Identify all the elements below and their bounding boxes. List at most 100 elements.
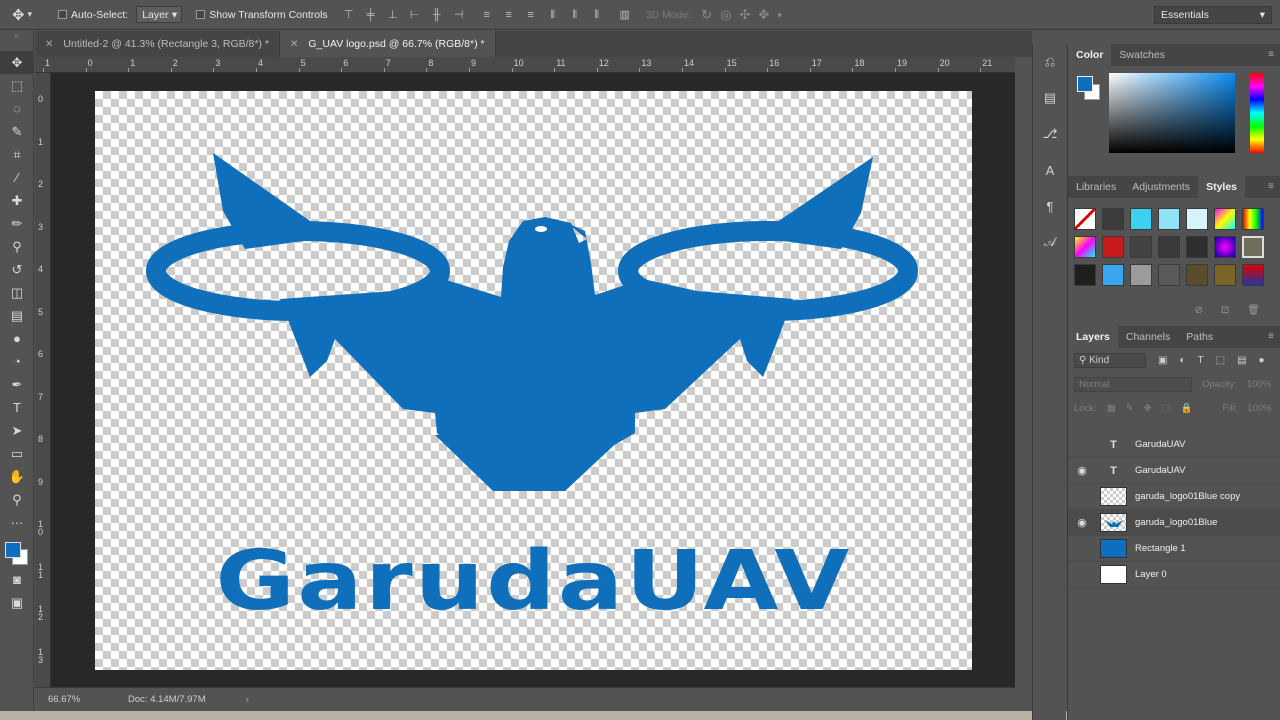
blur-tool-icon[interactable]: ●	[0, 327, 34, 350]
layer-row[interactable]: ◉ T GarudaUAV	[1068, 458, 1280, 484]
style-swatch[interactable]	[1242, 264, 1264, 286]
distribute-left-icon[interactable]: ⫴	[546, 8, 560, 22]
new-style-icon[interactable]: ⊡	[1221, 305, 1229, 316]
move-tool-icon[interactable]: ✥	[0, 51, 34, 74]
layer-filter-kind[interactable]: ⚲ Kind	[1074, 352, 1146, 368]
canvas-area[interactable]: GarudaUAV	[51, 73, 1015, 687]
panel-menu-icon[interactable]: ≡	[1268, 331, 1274, 342]
quick-select-tool-icon[interactable]: ✎	[0, 120, 34, 143]
glyphs-panel-icon[interactable]: 𝒜	[1033, 224, 1067, 260]
align-vcenter-icon[interactable]: ╪	[364, 8, 378, 22]
opacity-value[interactable]: 100%	[1247, 379, 1271, 390]
layer-row[interactable]: T GarudaUAV	[1068, 432, 1280, 458]
tab-channels[interactable]: Channels	[1118, 326, 1178, 348]
align-top-icon[interactable]: ⊤	[342, 8, 356, 22]
style-swatch[interactable]	[1186, 236, 1208, 258]
brush-tool-icon[interactable]: ✏	[0, 212, 34, 235]
lock-all-icon[interactable]: 🔒	[1181, 403, 1193, 414]
filter-shape-icon[interactable]: ⬚	[1216, 355, 1225, 366]
style-none[interactable]	[1074, 208, 1096, 230]
auto-align-icon[interactable]: ▥	[618, 8, 632, 22]
clone-stamp-icon[interactable]: ⚲	[0, 235, 34, 258]
slide-3d-icon[interactable]: ✥	[758, 7, 769, 23]
chevron-right-icon[interactable]: ›	[246, 694, 249, 705]
style-swatch[interactable]	[1102, 236, 1124, 258]
move-tool-preset-icon[interactable]: ✥ ▾	[0, 0, 44, 30]
align-right-icon[interactable]: ⊣	[452, 8, 466, 22]
align-left-icon[interactable]: ⊢	[408, 8, 422, 22]
distribute-top-icon[interactable]: ≡	[480, 8, 494, 22]
distribute-right-icon[interactable]: ⫴	[590, 8, 604, 22]
style-swatch[interactable]	[1102, 208, 1124, 230]
color-panel-foreground[interactable]	[1077, 76, 1093, 92]
more-tools-icon[interactable]: ···	[0, 511, 34, 534]
style-swatch[interactable]	[1214, 264, 1236, 286]
layer-row[interactable]: garuda_logo01Blue copy	[1068, 484, 1280, 510]
style-swatch[interactable]	[1130, 236, 1152, 258]
gradient-tool-icon[interactable]: ▤	[0, 304, 34, 327]
clear-style-icon[interactable]: ⊘	[1195, 305, 1203, 316]
ruler-horizontal[interactable]: 1 0 1 2 3 4 5 6 7 8 9 10 11 12 13 14 15 16 17 18 19 20 21	[35, 57, 1015, 73]
drag-3d-icon[interactable]: ✣	[739, 7, 750, 23]
tab-g-uav-logo[interactable]: ✕ G_UAV logo.psd @ 66.7% (RGB/8*) *	[279, 31, 496, 57]
auto-select-dropdown[interactable]: Layer ▾	[136, 6, 183, 23]
filter-smart-object-icon[interactable]: ▤	[1237, 355, 1246, 366]
roll-3d-icon[interactable]: ◎	[720, 7, 731, 23]
layer-row[interactable]: Rectangle 1	[1068, 536, 1280, 562]
style-swatch[interactable]	[1242, 208, 1264, 230]
tab-layers[interactable]: Layers	[1068, 326, 1118, 348]
close-icon[interactable]: ✕	[45, 39, 53, 50]
distribute-bottom-icon[interactable]: ≡	[524, 8, 538, 22]
style-swatch[interactable]	[1214, 208, 1236, 230]
lock-pixels-icon[interactable]: ▦	[1107, 403, 1116, 414]
style-swatch[interactable]	[1102, 264, 1124, 286]
toolbar-grip[interactable]: »	[0, 31, 33, 51]
show-transform-checkbox[interactable]: Show Transform Controls	[196, 9, 328, 21]
style-swatch[interactable]	[1186, 208, 1208, 230]
filter-pixel-icon[interactable]: ▣	[1158, 355, 1167, 366]
rotate-3d-icon[interactable]: ↻	[701, 7, 712, 23]
style-swatch[interactable]	[1214, 236, 1236, 258]
path-select-icon[interactable]: ➤	[0, 419, 34, 442]
tab-libraries[interactable]: Libraries	[1068, 176, 1124, 198]
lock-artboard-icon[interactable]: ⬚	[1162, 403, 1171, 414]
auto-select-checkbox[interactable]: Auto-Select:	[58, 9, 128, 21]
style-swatch[interactable]	[1242, 236, 1264, 258]
style-swatch[interactable]	[1130, 264, 1152, 286]
distribute-hcenter-icon[interactable]: ⫴	[568, 8, 582, 22]
pen-tool-icon[interactable]: ✒	[0, 373, 34, 396]
style-swatch[interactable]	[1074, 236, 1096, 258]
history-brush-icon[interactable]: ↺	[0, 258, 34, 281]
panel-menu-icon[interactable]: ≡	[1268, 181, 1274, 192]
style-swatch[interactable]	[1186, 264, 1208, 286]
close-icon[interactable]: ✕	[290, 39, 298, 50]
crop-tool-icon[interactable]: ⌗	[0, 143, 34, 166]
distribute-vcenter-icon[interactable]: ≡	[502, 8, 516, 22]
eye-icon[interactable]: ◉	[1068, 464, 1096, 477]
document-canvas[interactable]: GarudaUAV	[95, 91, 972, 670]
style-swatch[interactable]	[1074, 264, 1096, 286]
color-hue-slider[interactable]	[1250, 73, 1264, 153]
lock-position-icon[interactable]: ✥	[1144, 403, 1152, 414]
lock-paint-icon[interactable]: ✎	[1126, 403, 1134, 414]
history-panel-icon[interactable]: ⎌	[1033, 44, 1067, 80]
foreground-color[interactable]	[5, 542, 21, 558]
hand-tool-icon[interactable]: ✋	[0, 465, 34, 488]
tab-paths[interactable]: Paths	[1178, 326, 1221, 348]
tab-swatches[interactable]: Swatches	[1111, 44, 1173, 66]
layer-row[interactable]: ◉ garuda_logo01Blue	[1068, 510, 1280, 536]
tab-color[interactable]: Color	[1068, 44, 1112, 66]
tab-adjustments[interactable]: Adjustments	[1124, 176, 1198, 198]
eye-icon[interactable]: ◉	[1068, 516, 1096, 529]
workspace-switcher[interactable]: Essentials ▾	[1154, 6, 1272, 24]
panel-menu-icon[interactable]: ≡	[1268, 49, 1274, 60]
scale-3d-icon[interactable]: ▪	[777, 7, 782, 23]
paragraph-panel-icon[interactable]: ¶	[1033, 188, 1067, 224]
marquee-tool-icon[interactable]: ⬚	[0, 74, 34, 97]
style-swatch[interactable]	[1130, 208, 1152, 230]
eraser-tool-icon[interactable]: ◫	[0, 281, 34, 304]
align-bottom-icon[interactable]: ⊥	[386, 8, 400, 22]
layer-row[interactable]: Layer 0	[1068, 562, 1280, 588]
dodge-tool-icon[interactable]: ◔	[0, 350, 34, 373]
rectangle-tool-icon[interactable]: ▭	[0, 442, 34, 465]
